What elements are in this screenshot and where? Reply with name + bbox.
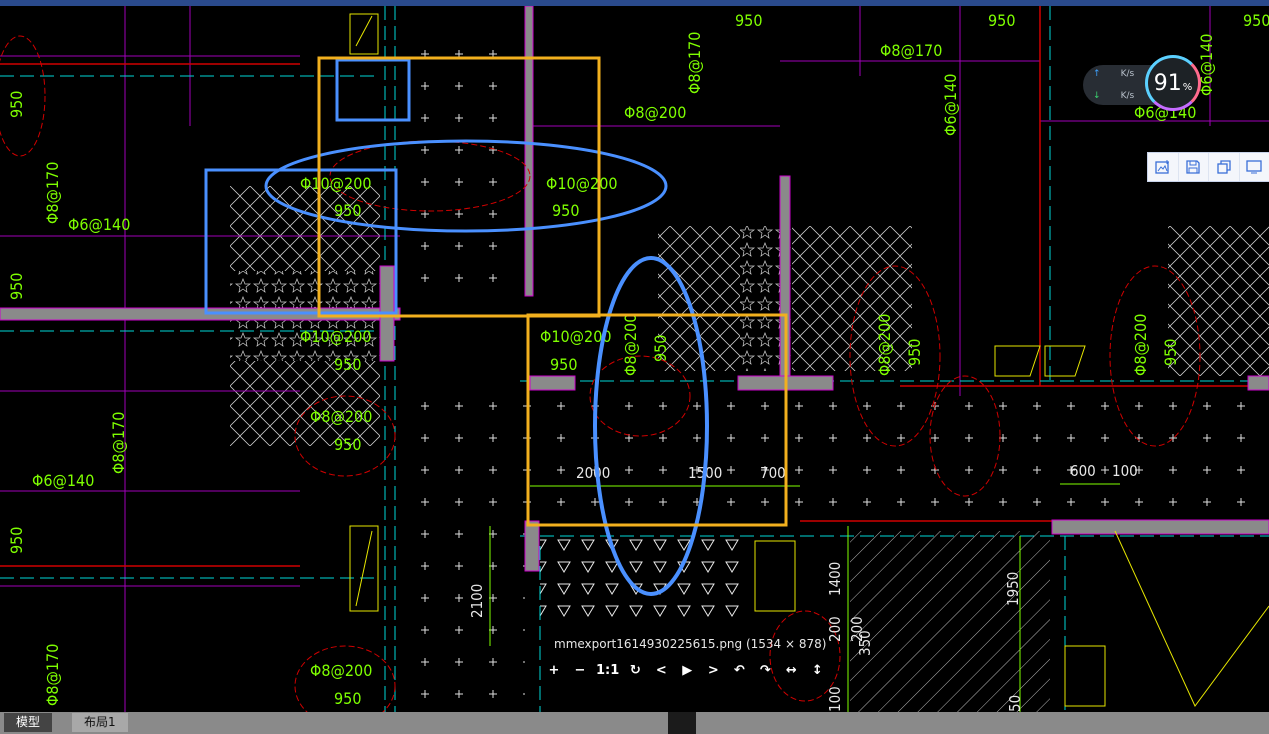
hatch-herringbone	[792, 226, 912, 371]
copy-icon[interactable]	[1209, 153, 1240, 181]
cad-label: Φ6@140	[68, 215, 130, 234]
cad-label: Φ8@200	[621, 314, 640, 376]
cad-label: Φ10@200	[300, 174, 372, 193]
dimension-label: 100	[826, 686, 844, 712]
gauge-percent-sign: %	[1182, 81, 1193, 93]
cad-label: Φ6@140	[32, 471, 94, 490]
viewer-control-bar: + − 1:1 ↻ < ▶ > ↶ ↷ ↔ ↕	[544, 660, 827, 680]
image-viewer-controls: mmexport1614930225615.png (1534 × 878) +…	[540, 634, 830, 686]
previous-icon[interactable]: <	[651, 660, 671, 680]
cad-label: 950	[1243, 11, 1269, 30]
actual-size-button[interactable]: 1:1	[596, 660, 619, 680]
cad-label: Φ8@170	[43, 644, 62, 706]
cad-label: 950	[988, 11, 1015, 30]
dimension-label: 2100	[468, 584, 486, 618]
dimension-label: 50	[1006, 695, 1024, 712]
next-icon[interactable]: >	[703, 660, 723, 680]
save-icon[interactable]	[1179, 153, 1209, 181]
cad-label: 950	[651, 335, 670, 362]
cad-label: Φ8@200	[875, 314, 894, 376]
hatch-cross-area	[400, 36, 520, 296]
hatch-herringbone	[230, 186, 380, 271]
upload-unit: K/s	[1120, 69, 1135, 79]
cad-label: 950	[7, 527, 26, 554]
cad-label: 950	[1161, 339, 1180, 366]
cad-label: Φ8@200	[1131, 314, 1150, 376]
tab-layout1[interactable]: 布局1	[72, 713, 128, 732]
cad-label: Φ10@200	[546, 174, 618, 193]
cad-label: 950	[905, 339, 924, 366]
cad-label: 950	[7, 91, 26, 118]
upload-arrow-icon: ↑	[1093, 69, 1101, 79]
dimension-label: 700	[760, 464, 786, 482]
download-speed: ↓ K/s	[1093, 91, 1134, 101]
cad-label: 950	[334, 355, 361, 374]
cad-label: Φ10@200	[300, 327, 372, 346]
dimension-label: 350	[856, 630, 874, 656]
cad-label: 950	[7, 273, 26, 300]
hatch-cross-area	[525, 386, 1269, 526]
cad-label: 950	[334, 689, 361, 708]
image-toolbar	[1147, 152, 1269, 182]
cad-label: 950	[735, 11, 762, 30]
cad-label: 950	[334, 201, 361, 220]
dimension-label: 100	[1112, 462, 1138, 480]
layout-tab-bar: 模型 布局1	[0, 712, 1269, 734]
zoom-out-icon[interactable]: −	[570, 660, 590, 680]
network-speed-widget[interactable]: ↑ K/s ↓ K/s 91%	[1083, 55, 1201, 115]
zoom-in-icon[interactable]: +	[544, 660, 564, 680]
flip-horizontal-icon[interactable]: ↔	[781, 660, 801, 680]
dimension-label: 1400	[826, 562, 844, 596]
cad-drawing-canvas[interactable]: 950 950 950 950 Φ6@140 Φ8@170 Φ8@200 Φ8@…	[0, 6, 1269, 712]
cad-label: Φ6@140	[941, 74, 960, 136]
image-edit-icon[interactable]	[1148, 153, 1179, 181]
rotate-right-icon[interactable]: ↷	[755, 660, 775, 680]
cad-label: Φ8@170	[880, 41, 942, 60]
dimension-label: 1950	[1004, 572, 1022, 606]
dimension-label: 2000	[576, 464, 610, 482]
flip-vertical-icon[interactable]: ↕	[807, 660, 827, 680]
rotate-icon[interactable]: ↻	[625, 660, 645, 680]
hatch-herringbone	[1168, 226, 1269, 376]
cad-label: Φ8@170	[685, 32, 704, 94]
download-arrow-icon: ↓	[1093, 91, 1101, 101]
gauge-percent: 91	[1153, 70, 1182, 96]
ucs-icon	[668, 712, 696, 734]
hatch-cross-area	[400, 386, 525, 712]
play-icon[interactable]: ▶	[677, 660, 697, 680]
cad-label: 950	[550, 355, 577, 374]
cad-label: Φ8@170	[43, 162, 62, 224]
cad-label: Φ8@200	[310, 661, 372, 680]
dimension-label: 600	[1070, 462, 1096, 480]
tab-model[interactable]: 模型	[4, 713, 53, 732]
download-unit: K/s	[1120, 91, 1135, 101]
cad-label: Φ8@200	[624, 103, 686, 122]
cad-label: 950	[552, 201, 579, 220]
viewer-filename: mmexport1614930225615.png (1534 × 878)	[554, 637, 827, 651]
upload-speed: ↑ K/s	[1093, 69, 1134, 79]
memory-gauge[interactable]: 91%	[1145, 55, 1201, 111]
cad-label: 950	[334, 435, 361, 454]
rotate-left-icon[interactable]: ↶	[729, 660, 749, 680]
cad-label: Φ8@200	[310, 407, 372, 426]
screen-icon[interactable]	[1240, 153, 1269, 181]
hatch-triangles	[540, 536, 740, 626]
cad-label: Φ8@170	[109, 412, 128, 474]
